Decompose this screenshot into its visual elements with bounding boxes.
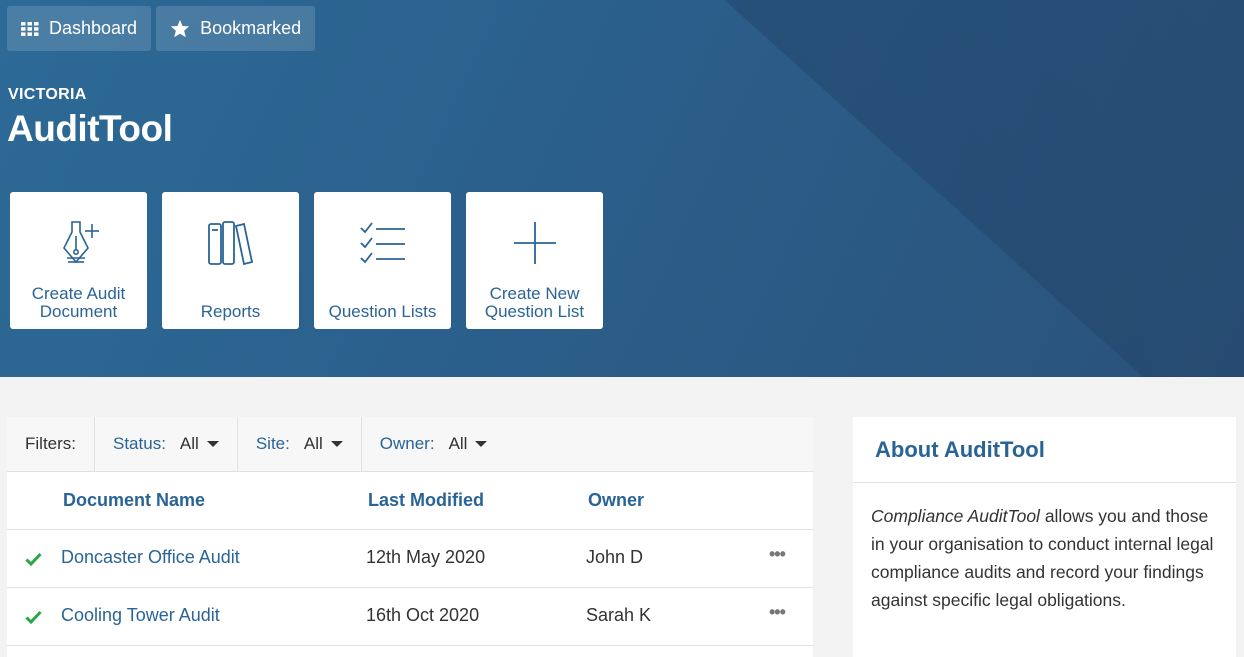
page-title: AuditTool — [7, 108, 173, 149]
table-row[interactable]: Doncaster Office Audit 12th May 2020 Joh… — [7, 530, 813, 588]
filters-label: Filters: — [25, 434, 76, 453]
caret-down-icon — [206, 441, 219, 447]
hero-banner: Dashboard Bookmarked VICTORIA AuditTool — [0, 0, 1244, 377]
create-audit-document-tile[interactable]: Create Audit Document — [10, 192, 147, 329]
books-icon — [162, 218, 299, 268]
site-filter-value: All — [303, 434, 323, 453]
column-header-last-modified[interactable]: Last Modified — [368, 490, 484, 511]
top-nav: Dashboard Bookmarked — [7, 6, 316, 51]
status-filter-dropdown[interactable]: All — [180, 434, 219, 454]
grid-icon — [21, 21, 39, 36]
column-header-document-name[interactable]: Document Name — [63, 490, 205, 511]
bookmarked-button[interactable]: Bookmarked — [156, 6, 316, 51]
table-row[interactable]: Cooling Tower Audit 16th Oct 2020 Sarah … — [7, 588, 813, 646]
owner-filter-value: All — [448, 434, 468, 453]
caret-down-icon — [330, 441, 343, 447]
filters-heading: Filters: — [7, 417, 95, 471]
status-filter-label: Status: — [113, 434, 166, 453]
plus-icon — [466, 218, 603, 268]
owner-filter-label: Owner: — [379, 434, 435, 453]
site-filter[interactable]: Site: All — [238, 417, 362, 471]
document-name-link[interactable]: Cooling Tower Audit — [61, 605, 220, 626]
owner-name: John D — [586, 547, 644, 567]
action-tiles: Create Audit Document Reports Question L… — [10, 192, 603, 329]
about-panel: About AuditTool Compliance AuditTool all… — [853, 417, 1236, 657]
column-header-owner[interactable]: Owner — [588, 490, 644, 511]
dashboard-button[interactable]: Dashboard — [7, 6, 152, 51]
create-new-question-list-tile[interactable]: Create New Question List — [466, 192, 603, 329]
bookmarked-label: Bookmarked — [200, 18, 302, 38]
about-text: Compliance AuditTool allows you and thos… — [853, 483, 1236, 614]
pen-plus-icon — [10, 218, 147, 268]
question-lists-tile[interactable]: Question Lists — [314, 192, 451, 329]
check-icon — [25, 608, 42, 629]
owner-filter[interactable]: Owner: All — [362, 417, 506, 471]
dashboard-label: Dashboard — [49, 18, 138, 38]
owner-name: Sarah K — [586, 605, 652, 625]
star-icon — [170, 19, 190, 38]
last-modified: 12th May 2020 — [366, 547, 486, 567]
last-modified: 16th Oct 2020 — [366, 605, 480, 625]
check-icon — [25, 550, 42, 571]
tile-label: Reports — [200, 302, 261, 321]
owner-filter-dropdown[interactable]: All — [449, 434, 488, 454]
checklist-icon — [314, 218, 451, 268]
table-header: Document Name Last Modified Owner — [7, 472, 813, 530]
filter-bar: Filters: Status: All Site: All Owner: Al… — [7, 417, 813, 472]
tile-label: Question Lists — [328, 302, 437, 321]
site-filter-label: Site: — [255, 434, 290, 453]
tile-label: Create New Question List — [484, 284, 585, 321]
status-filter[interactable]: Status: All — [95, 417, 238, 471]
site-filter-dropdown[interactable]: All — [304, 434, 343, 454]
more-options-icon[interactable]: ••• — [769, 544, 786, 565]
tile-label: Create Audit Document — [31, 284, 126, 321]
document-name-link[interactable]: Doncaster Office Audit — [61, 547, 240, 568]
documents-panel: Filters: Status: All Site: All Owner: Al… — [7, 417, 813, 657]
status-filter-value: All — [179, 434, 199, 453]
about-text-emphasis: Compliance AuditTool — [871, 506, 1040, 526]
organisation-name: VICTORIA — [8, 86, 87, 103]
about-title: About AuditTool — [853, 417, 1236, 483]
more-options-icon[interactable]: ••• — [769, 602, 786, 623]
reports-tile[interactable]: Reports — [162, 192, 299, 329]
caret-down-icon — [475, 441, 488, 447]
